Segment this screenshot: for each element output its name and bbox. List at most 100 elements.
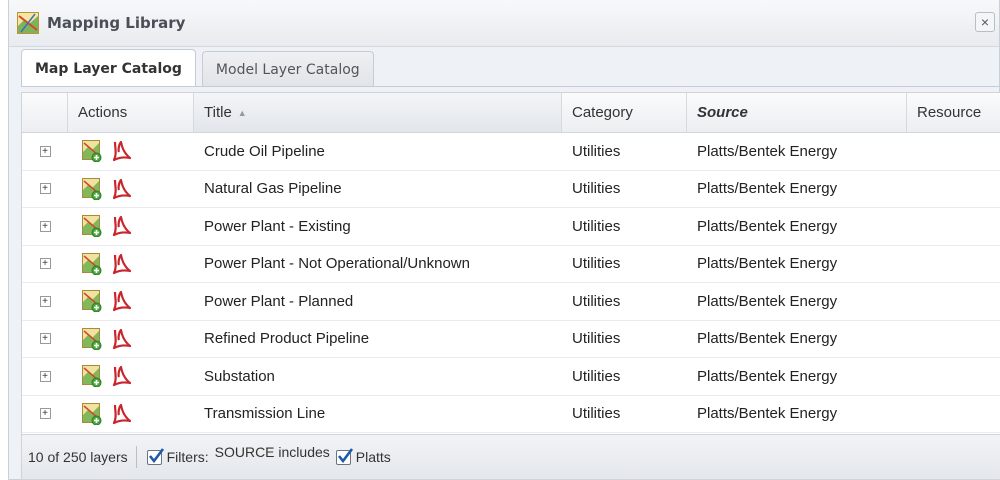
row-resource	[907, 283, 1000, 320]
row-actions	[68, 358, 194, 395]
row-title: Refined Product Pipeline	[204, 330, 370, 348]
expand-row-icon[interactable]: +	[39, 183, 51, 195]
grid-body: + Crude Oil Pipeline Utilities Platts/Be…	[22, 133, 1000, 433]
table-row[interactable]: + Power Plant - Planned Utilities Platts…	[22, 283, 1000, 321]
expand-row-icon[interactable]: +	[39, 408, 51, 420]
row-actions	[68, 208, 194, 245]
row-source: Platts/Bentek Energy	[697, 292, 838, 310]
row-title: Natural Gas Pipeline	[204, 180, 342, 198]
row-expander-cell: +	[22, 283, 68, 320]
pdf-icon[interactable]	[112, 178, 132, 200]
row-title: Power Plant - Planned	[204, 292, 354, 310]
expand-row-icon[interactable]: +	[39, 333, 51, 345]
filter-criteria: SOURCE includes	[214, 444, 330, 460]
row-actions	[68, 321, 194, 358]
add-to-map-icon[interactable]	[82, 140, 102, 163]
add-to-map-icon[interactable]	[82, 177, 102, 200]
column-header-resource[interactable]: Resource	[907, 93, 1000, 132]
checkmark-icon	[337, 447, 353, 463]
row-category: Utilities	[572, 255, 621, 273]
row-title: Crude Oil Pipeline	[204, 142, 325, 160]
column-header-title[interactable]: Title ▲	[194, 93, 562, 132]
pdf-icon[interactable]	[112, 253, 132, 275]
expand-row-icon[interactable]: +	[39, 145, 51, 157]
filter-value-label: Platts	[355, 449, 391, 465]
tab-model-layer-catalog[interactable]: Model Layer Catalog	[201, 51, 374, 87]
table-row[interactable]: + Refined Product Pipeline Utilities Pla…	[22, 321, 1000, 358]
row-resource	[907, 133, 1000, 170]
row-resource	[907, 208, 1000, 245]
row-actions	[68, 171, 194, 208]
row-category: Utilities	[572, 367, 621, 385]
window-titlebar: Mapping Library	[9, 0, 999, 47]
row-resource	[907, 171, 1000, 208]
add-to-map-icon[interactable]	[82, 252, 102, 275]
row-title: Substation	[204, 367, 275, 385]
row-expander-cell: +	[22, 133, 68, 170]
pdf-icon[interactable]	[112, 140, 132, 162]
tab-divider	[21, 86, 999, 87]
table-row[interactable]: + Power Plant - Not Operational/Unknown …	[22, 246, 1000, 283]
row-category: Utilities	[572, 142, 621, 160]
row-source: Platts/Bentek Energy	[697, 330, 838, 348]
column-header-title-label: Title	[204, 104, 232, 121]
tab-map-layer-catalog[interactable]: Map Layer Catalog	[21, 49, 196, 87]
expand-row-icon[interactable]: +	[39, 295, 51, 307]
row-expander-cell: +	[22, 321, 68, 358]
column-header-category[interactable]: Category	[562, 93, 687, 132]
expand-row-icon[interactable]: +	[39, 258, 51, 270]
add-to-map-icon[interactable]	[82, 290, 102, 313]
table-row[interactable]: + Transmission Line Utilities Platts/Ben…	[22, 396, 1000, 433]
row-expander-cell: +	[22, 246, 68, 283]
row-expander-cell: +	[22, 208, 68, 245]
expand-row-icon[interactable]: +	[39, 370, 51, 382]
expand-row-icon[interactable]: +	[39, 220, 51, 232]
filter-value-checkbox[interactable]	[335, 447, 353, 465]
map-layer-icon	[17, 12, 39, 34]
add-to-map-icon[interactable]	[82, 327, 102, 350]
row-source: Platts/Bentek Energy	[697, 180, 838, 198]
tab-bar: Map Layer Catalog Model Layer Catalog	[21, 49, 380, 87]
row-title: Power Plant - Not Operational/Unknown	[204, 255, 470, 273]
row-title: Transmission Line	[204, 405, 326, 423]
pdf-icon[interactable]	[112, 215, 132, 237]
row-title: Power Plant - Existing	[204, 217, 351, 235]
row-expander-cell: +	[22, 396, 68, 433]
row-actions	[68, 133, 194, 170]
row-actions	[68, 396, 194, 433]
column-header-source[interactable]: Source	[687, 93, 907, 132]
table-row[interactable]: + Crude Oil Pipeline Utilities Platts/Be…	[22, 133, 1000, 171]
filters-checkbox[interactable]	[146, 447, 164, 465]
row-expander-cell: +	[22, 358, 68, 395]
expander-column-header	[22, 93, 68, 132]
sort-ascending-icon: ▲	[237, 107, 247, 118]
table-row[interactable]: + Power Plant - Existing Utilities Platt…	[22, 208, 1000, 246]
row-source: Platts/Bentek Energy	[697, 142, 838, 160]
row-resource	[907, 246, 1000, 283]
row-source: Platts/Bentek Energy	[697, 217, 838, 235]
pdf-icon[interactable]	[112, 328, 132, 350]
table-row[interactable]: + Substation Utilities Platts/Bentek Ene…	[22, 358, 1000, 396]
row-actions	[68, 283, 194, 320]
add-to-map-icon[interactable]	[82, 402, 102, 425]
row-category: Utilities	[572, 180, 621, 198]
grid-header: Actions Title ▲ Category Source Resource	[22, 93, 1000, 133]
layer-count: 10 of 250 layers	[28, 449, 128, 465]
filters-label: Filters:	[166, 449, 209, 465]
pdf-icon[interactable]	[112, 403, 132, 425]
row-category: Utilities	[572, 405, 621, 423]
mapping-library-window: Mapping Library × Map Layer Catalog Mode…	[8, 0, 1000, 480]
row-resource	[907, 321, 1000, 358]
checkmark-icon	[148, 447, 164, 463]
column-header-actions[interactable]: Actions	[68, 93, 194, 132]
row-source: Platts/Bentek Energy	[697, 367, 838, 385]
add-to-map-icon[interactable]	[82, 215, 102, 238]
pdf-icon[interactable]	[112, 290, 132, 312]
row-category: Utilities	[572, 292, 621, 310]
close-button[interactable]: ×	[975, 12, 995, 32]
row-resource	[907, 358, 1000, 395]
pdf-icon[interactable]	[112, 365, 132, 387]
add-to-map-icon[interactable]	[82, 365, 102, 388]
table-row[interactable]: + Natural Gas Pipeline Utilities Platts/…	[22, 171, 1000, 208]
row-actions	[68, 246, 194, 283]
